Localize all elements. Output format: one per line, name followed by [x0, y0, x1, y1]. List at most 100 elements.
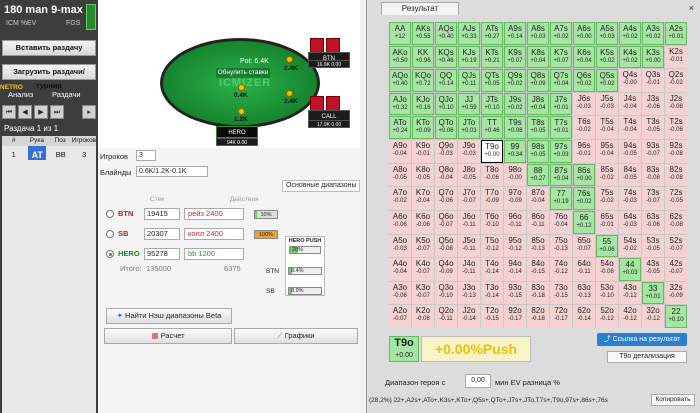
grid-cell-52s[interactable]: 52s -0.07: [665, 234, 687, 258]
grid-cell-74s[interactable]: 74s -0.03: [619, 187, 641, 210]
hero-radio[interactable]: [106, 250, 114, 258]
grid-cell-AQo[interactable]: AQo +0.40: [389, 69, 411, 92]
grid-cell-T5o[interactable]: T5o -0.12: [481, 234, 503, 258]
grid-cell-J6s[interactable]: J6s -0.03: [573, 92, 595, 116]
grid-cell-QQ[interactable]: QQ +0.14: [435, 69, 457, 92]
last-icon[interactable]: ⏭: [50, 105, 64, 119]
load-hands-button[interactable]: Загрузить раздачи/турнир: [2, 64, 96, 90]
grid-cell-AQs[interactable]: AQs +0.40: [435, 22, 457, 45]
detail-button[interactable]: T9o детализация: [607, 351, 687, 363]
grid-cell-J8s[interactable]: J8s +0.04: [527, 92, 549, 116]
grid-cell-T5s[interactable]: T5s -0.04: [596, 116, 618, 140]
sb-radio[interactable]: [106, 230, 114, 238]
grid-cell-J3s[interactable]: J3s -0.06: [642, 92, 664, 116]
grid-cell-J3o[interactable]: J3o -0.13: [458, 281, 480, 305]
grid-cell-J2s[interactable]: J2s -0.08: [665, 92, 687, 116]
grid-cell-Q7s[interactable]: Q7s +0.04: [550, 69, 572, 92]
grid-cell-K4o[interactable]: K4o -0.07: [412, 258, 434, 281]
table-row[interactable]: 1 AT BB 3: [2, 145, 96, 164]
grid-cell-A4s[interactable]: A4s +0.02: [619, 22, 641, 45]
grid-cell-65s[interactable]: 65s -0.01: [596, 210, 618, 234]
grid-cell-J6o[interactable]: J6o -0.11: [458, 210, 480, 234]
grid-cell-32o[interactable]: 32o -0.12: [642, 305, 664, 328]
grid-cell-AKs[interactable]: AKs +0.55: [412, 22, 434, 45]
grid-cell-K8o[interactable]: K8o -0.05: [412, 163, 434, 187]
grid-cell-87o[interactable]: 87o -0.04: [527, 187, 549, 210]
grid-cell-T9o[interactable]: T9o +0.00: [481, 140, 503, 163]
grid-cell-76o[interactable]: 76o -0.04: [550, 210, 572, 234]
grid-cell-ATs[interactable]: ATs +0.27: [481, 22, 503, 45]
grid-cell-82o[interactable]: 82o -0.18: [527, 305, 549, 328]
grid-cell-Q6o[interactable]: Q6o -0.07: [435, 210, 457, 234]
next-icon[interactable]: ▶: [34, 105, 48, 119]
play-icon[interactable]: ▸: [82, 105, 96, 119]
grid-cell-Q4o[interactable]: Q4o -0.09: [435, 258, 457, 281]
grid-cell-64s[interactable]: 64s -0.03: [619, 210, 641, 234]
grid-cell-T8s[interactable]: T8s +0.05: [527, 116, 549, 140]
grid-cell-92s[interactable]: 92s -0.08: [665, 140, 687, 163]
grid-cell-J7o[interactable]: J7o -0.07: [458, 187, 480, 210]
players-select[interactable]: 3: [136, 150, 156, 161]
grid-cell-54o[interactable]: 54o -0.08: [596, 258, 618, 281]
grid-cell-32s[interactable]: 32s -0.09: [665, 281, 687, 305]
grid-cell-76s[interactable]: 76s +0.02: [573, 187, 595, 210]
first-icon[interactable]: ⏮: [2, 105, 16, 119]
grid-cell-QTs[interactable]: QTs +0.05: [481, 69, 503, 92]
grid-cell-J9o[interactable]: J9o -0.03: [458, 140, 480, 163]
sb-action-select[interactable]: колл 2400: [184, 228, 244, 240]
grid-cell-93s[interactable]: 93s -0.07: [642, 140, 664, 163]
grid-cell-A5o[interactable]: A5o -0.03: [389, 234, 411, 258]
grid-cell-A5s[interactable]: A5s +0.03: [596, 22, 618, 45]
grid-cell-75o[interactable]: 75o -0.13: [550, 234, 572, 258]
grid-cell-A2s[interactable]: A2s +0.01: [665, 22, 687, 45]
grid-cell-96s[interactable]: 96s -0.01: [573, 140, 595, 163]
grid-cell-K7s[interactable]: K7s +0.07: [550, 45, 572, 69]
grid-cell-98o[interactable]: 98o -0.00: [504, 163, 526, 187]
hero-stack-input[interactable]: 95278: [144, 248, 180, 260]
grid-cell-J5s[interactable]: J5s -0.03: [596, 92, 618, 116]
grid-cell-K2s[interactable]: K2s -0.01: [665, 45, 687, 69]
grid-cell-Q9s[interactable]: Q9s +0.02: [504, 69, 526, 92]
grid-cell-22[interactable]: 22 +0.10: [665, 305, 687, 328]
grid-cell-T6s[interactable]: T6s -0.02: [573, 116, 595, 140]
grid-cell-Q6s[interactable]: Q6s +0.02: [573, 69, 595, 92]
grid-cell-T4s[interactable]: T4s -0.04: [619, 116, 641, 140]
grid-cell-ATo[interactable]: ATo +0.24: [389, 116, 411, 140]
grid-cell-72s[interactable]: 72s -0.05: [665, 187, 687, 210]
grid-cell-55[interactable]: 55 +0.06: [596, 234, 618, 258]
level-indicator-icon[interactable]: [86, 4, 96, 30]
grid-cell-T7o[interactable]: T7o -0.09: [481, 187, 503, 210]
grid-cell-AJs[interactable]: AJs +0.33: [458, 22, 480, 45]
grid-cell-K5s[interactable]: K5s +0.02: [596, 45, 618, 69]
grid-cell-A6s[interactable]: A6s +0.00: [573, 22, 595, 45]
grid-cell-KJs[interactable]: KJs +0.19: [458, 45, 480, 69]
grid-cell-87s[interactable]: 87s +0.04: [550, 163, 572, 187]
grid-cell-44[interactable]: 44 +0.03: [619, 258, 641, 281]
grid-cell-77[interactable]: 77 +0.19: [550, 187, 572, 210]
grid-cell-96o[interactable]: 96o -0.11: [504, 210, 526, 234]
grid-cell-73o[interactable]: 73o -0.15: [550, 281, 572, 305]
grid-cell-53o[interactable]: 53o -0.10: [596, 281, 618, 305]
grid-cell-TT[interactable]: TT +0.46: [481, 116, 503, 140]
grid-cell-94o[interactable]: 94o -0.14: [504, 258, 526, 281]
grid-cell-Q5o[interactable]: Q5o -0.08: [435, 234, 457, 258]
grid-cell-83o[interactable]: 83o -0.18: [527, 281, 549, 305]
grid-cell-Q2o[interactable]: Q2o -0.11: [435, 305, 457, 328]
grid-cell-A3o[interactable]: A3o -0.06: [389, 281, 411, 305]
grid-cell-J7s[interactable]: J7s +0.01: [550, 92, 572, 116]
prev-icon[interactable]: ◀: [18, 105, 32, 119]
grid-cell-A7s[interactable]: A7s +0.02: [550, 22, 572, 45]
grid-cell-84s[interactable]: 84s -0.05: [619, 163, 641, 187]
grid-cell-Q3s[interactable]: Q3s -0.01: [642, 69, 664, 92]
grid-cell-A9o[interactable]: A9o -0.04: [389, 140, 411, 163]
btn-radio[interactable]: [106, 210, 114, 218]
grid-cell-K8s[interactable]: K8s +0.04: [527, 45, 549, 69]
grid-cell-KK[interactable]: KK +0.96: [412, 45, 434, 69]
charts-button[interactable]: ⟋ Графики: [234, 328, 358, 344]
grid-cell-A8s[interactable]: A8s +0.03: [527, 22, 549, 45]
grid-cell-KQo[interactable]: KQo +0.72: [412, 69, 434, 92]
grid-cell-A9s[interactable]: A9s +0.14: [504, 22, 526, 45]
grid-cell-85s[interactable]: 85s -0.02: [596, 163, 618, 187]
grid-cell-QJo[interactable]: QJo +0.10: [435, 92, 457, 116]
result-link-button[interactable]: ⤴ Ссылка на результат: [597, 333, 687, 346]
